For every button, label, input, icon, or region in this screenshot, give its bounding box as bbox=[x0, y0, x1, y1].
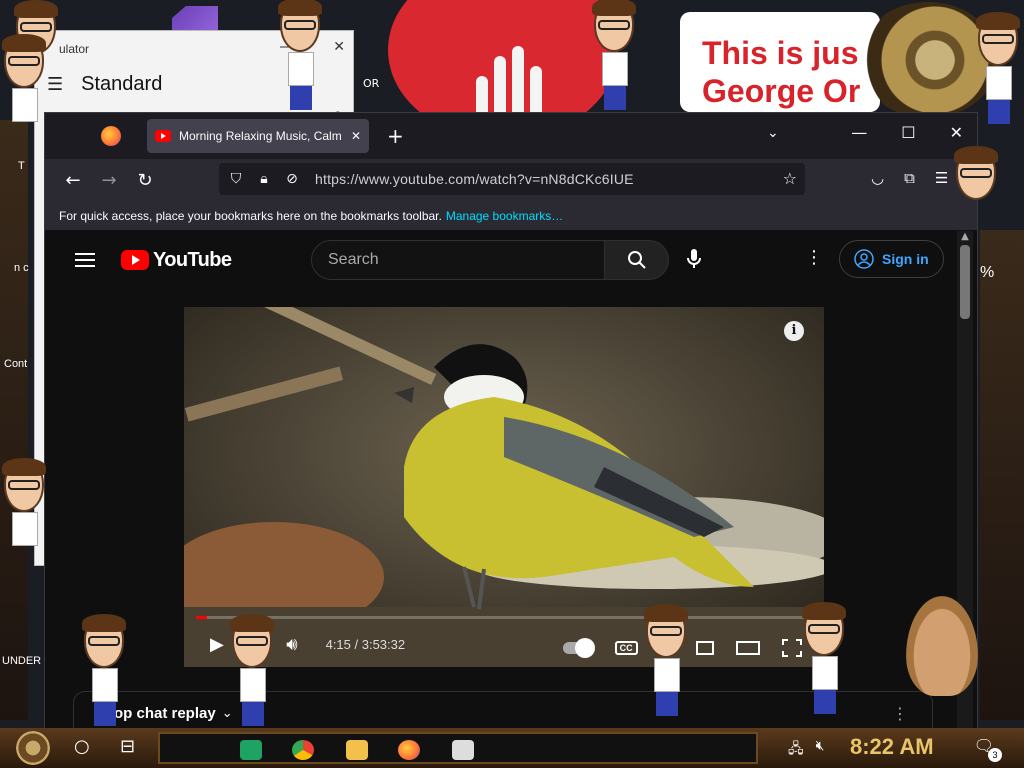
navigation-toolbar: ← → ↻ ⛉ 🔒︎ ⊘ https://www.youtube.com/wat… bbox=[45, 159, 977, 201]
lock-icon[interactable]: 🔒︎ bbox=[255, 171, 273, 187]
time-display: 4:15 / 3:53:32 bbox=[325, 636, 406, 652]
settings-kebab-icon[interactable]: ⋮ bbox=[805, 247, 823, 268]
shield-icon[interactable]: ⛉ bbox=[227, 171, 245, 187]
youtube-header: YouTube ⋮ Sign in bbox=[49, 231, 957, 289]
permissions-icon[interactable]: ⊘ bbox=[283, 171, 301, 187]
theater-mode-icon[interactable] bbox=[736, 640, 760, 655]
taskbar-apps bbox=[158, 732, 758, 764]
close-button[interactable]: ✕ bbox=[950, 123, 963, 142]
calculator-mode: Standard bbox=[81, 73, 163, 95]
search-input[interactable] bbox=[311, 240, 605, 280]
account-icon bbox=[854, 249, 874, 269]
search-box bbox=[311, 240, 669, 280]
mascot-guy bbox=[0, 458, 50, 570]
guide-menu-icon[interactable] bbox=[75, 249, 95, 271]
app-menu-icon[interactable]: ☰ bbox=[935, 169, 948, 187]
desktop-poster: This is jus George Or bbox=[680, 12, 880, 112]
new-tab-button[interactable]: + bbox=[387, 124, 404, 148]
minimize-button[interactable]: — bbox=[851, 123, 867, 142]
mascot-guy bbox=[0, 34, 50, 146]
youtube-logo[interactable]: YouTube bbox=[121, 248, 232, 272]
back-icon[interactable]: ← bbox=[55, 170, 91, 191]
system-tray: 🖧︎ 🔇︎ bbox=[788, 738, 824, 762]
mascot-guy bbox=[952, 146, 1002, 208]
firefox-view-icon[interactable] bbox=[101, 126, 121, 146]
network-icon[interactable]: 🖧︎ bbox=[788, 738, 804, 762]
mascot-guy bbox=[590, 0, 640, 110]
subtitles-button[interactable]: CC bbox=[614, 640, 638, 655]
volume-icon[interactable]: 🔊︎ bbox=[286, 634, 297, 655]
extensions-icon[interactable]: ⧉ bbox=[904, 169, 915, 187]
scroll-up-icon[interactable]: ▲ bbox=[957, 231, 973, 242]
file-explorer-icon[interactable] bbox=[346, 740, 368, 760]
youtube-logo-text: YouTube bbox=[153, 248, 232, 271]
progress-fill bbox=[196, 616, 208, 619]
forward-icon[interactable]: → bbox=[91, 170, 127, 191]
desktop-label-2: n c bbox=[14, 262, 29, 274]
manage-bookmarks-link[interactable]: Manage bookmarks… bbox=[446, 209, 563, 223]
youtube-logo-icon bbox=[121, 250, 149, 270]
notification-count: 3 bbox=[988, 748, 1002, 762]
info-icon[interactable]: i bbox=[784, 321, 804, 341]
search-icon bbox=[627, 251, 646, 269]
desktop-label-4: UNDER bbox=[2, 655, 42, 667]
mascot-guy bbox=[80, 614, 130, 726]
tab-close-icon[interactable]: ✕ bbox=[351, 129, 361, 143]
voice-search-icon[interactable] bbox=[687, 249, 701, 273]
progress-bar[interactable] bbox=[196, 616, 812, 619]
toolbar-right-icons: ◡ ⧉ ☰ bbox=[871, 169, 948, 187]
left-desktop-strip bbox=[0, 120, 28, 720]
youtube-favicon-icon bbox=[155, 130, 171, 142]
miniplayer-icon[interactable] bbox=[696, 640, 714, 655]
play-icon[interactable]: ▶ bbox=[210, 634, 224, 655]
url-text[interactable]: https://www.youtube.com/watch?v=nN8dCKc6… bbox=[315, 171, 634, 187]
calculator-close-button[interactable]: ✕ bbox=[333, 39, 345, 55]
tab-title: Morning Relaxing Music, Calm bbox=[179, 129, 342, 143]
url-bar[interactable]: ⛉ 🔒︎ ⊘ https://www.youtube.com/watch?v=n… bbox=[219, 163, 805, 195]
search-button[interactable] bbox=[605, 240, 669, 280]
scrollbar-thumb[interactable] bbox=[960, 245, 970, 319]
reload-icon[interactable]: ↻ bbox=[127, 170, 163, 191]
chat-menu-icon[interactable]: ⋮ bbox=[892, 704, 908, 723]
sign-in-button[interactable]: Sign in bbox=[839, 240, 944, 278]
mascot-guy bbox=[642, 604, 692, 716]
fullscreen-icon[interactable] bbox=[782, 638, 802, 657]
autoplay-toggle[interactable] bbox=[562, 637, 595, 658]
desktop-label-3: Cont bbox=[4, 358, 28, 370]
start-button[interactable] bbox=[16, 731, 50, 765]
video-frame-bird bbox=[184, 307, 824, 667]
firefox-icon[interactable] bbox=[398, 740, 420, 760]
mascot-guy bbox=[974, 12, 1024, 124]
mascot-guy bbox=[276, 0, 326, 110]
maximize-button[interactable]: ☐ bbox=[901, 123, 915, 142]
mascot-guy bbox=[800, 602, 850, 714]
calculator-icon[interactable] bbox=[452, 740, 474, 760]
desktop-fragment-label: OR bbox=[363, 77, 380, 90]
pocket-icon[interactable]: ◡ bbox=[871, 169, 884, 187]
right-desktop-strip bbox=[980, 230, 1024, 720]
desktop-label-right: % bbox=[980, 264, 995, 281]
bookmarks-message: For quick access, place your bookmarks h… bbox=[59, 208, 442, 223]
volume-muted-icon[interactable]: 🔇︎ bbox=[816, 738, 825, 762]
chrome-icon[interactable] bbox=[292, 740, 314, 760]
taskbar-clock[interactable]: 8:22 AM bbox=[850, 734, 934, 760]
tab-bar: Morning Relaxing Music, Calm ✕ + ⌄ — ☐ ✕ bbox=[45, 113, 977, 159]
search-circle-icon[interactable]: ○ bbox=[74, 736, 90, 757]
taskbar: ○ ⊟ 🖧︎ 🔇︎ 8:22 AM 🗨︎ 3 bbox=[0, 728, 1024, 768]
red-app-bars bbox=[476, 46, 542, 112]
desktop-label-1: T bbox=[18, 160, 25, 172]
sheets-icon[interactable] bbox=[240, 740, 262, 760]
task-view-icon[interactable]: ⊟ bbox=[120, 736, 135, 757]
tab-youtube[interactable]: Morning Relaxing Music, Calm ✕ bbox=[147, 119, 369, 153]
mascot-guy bbox=[228, 614, 278, 726]
sign-in-label: Sign in bbox=[882, 251, 929, 267]
reading-hamster bbox=[906, 596, 978, 696]
video-player[interactable]: i ▶ ⏭ 🔊︎ 4:15 / 3:53:32 CC ⚙ bbox=[184, 307, 824, 667]
bookmark-star-icon[interactable]: ☆ bbox=[783, 169, 797, 188]
list-all-tabs-icon[interactable]: ⌄ bbox=[767, 125, 779, 141]
window-controls: — ☐ ✕ bbox=[851, 123, 963, 142]
poster-line-1: This is jus bbox=[702, 35, 859, 71]
bookmarks-toolbar: For quick access, place your bookmarks h… bbox=[45, 201, 977, 231]
poster-line-2: George Or bbox=[702, 73, 861, 109]
